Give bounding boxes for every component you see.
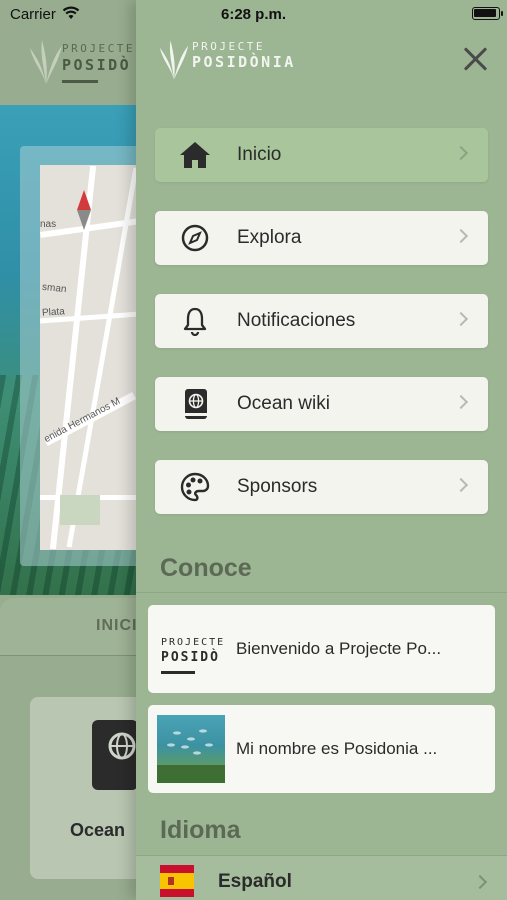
map-label: sman (41, 281, 67, 296)
post-title: Bienvenido a Projecte Po... (236, 639, 442, 658)
book-globe-icon (185, 389, 207, 419)
background-tab-label: INICI (96, 617, 138, 634)
post-thumbnail-photo (157, 715, 225, 783)
chevron-right-icon (453, 145, 469, 161)
spain-flag-icon (160, 865, 194, 897)
home-icon (180, 142, 210, 168)
bell-icon (183, 307, 207, 336)
thumb-logo-line2: POSIDÒ (161, 650, 220, 665)
chevron-right-icon (453, 394, 469, 410)
post-thumbnail-logo: PROJECTE POSIDÒ (157, 615, 225, 683)
sponsor-icon (180, 472, 210, 502)
menu-item-label: Sponsors (237, 476, 318, 497)
section-title-conoce: Conoce (160, 554, 252, 582)
close-drawer-button[interactable] (462, 46, 488, 72)
background-logo-line1: PROJECTE (62, 42, 135, 55)
book-globe-icon (92, 720, 138, 790)
compass-icon (181, 224, 209, 252)
map-label: Plata (41, 306, 66, 319)
section-title-idioma: Idioma (160, 816, 241, 844)
post-card-mi-nombre[interactable]: Mi nombre es Posidonia ... (148, 705, 495, 793)
post-title: Mi nombre es Posidonia ... (236, 739, 438, 758)
status-time: 6:28 p.m. (220, 6, 287, 23)
background-card-label: Ocean (70, 820, 126, 840)
thumb-logo-line1: PROJECTE (161, 637, 226, 648)
menu-item-label: Ocean wiki (237, 393, 330, 414)
background-logo-line2: POSIDÒ (62, 56, 132, 74)
section-divider (136, 592, 507, 593)
language-label: Español (218, 871, 292, 892)
map-label: nas (40, 219, 57, 230)
map-label: enida Hermanos M (42, 395, 123, 446)
logo-line1: PROJECTE (192, 40, 265, 53)
menu-item-label: Inicio (237, 144, 282, 165)
menu-item-inicio[interactable]: Inicio (155, 128, 488, 182)
post-card-bienvenido[interactable]: PROJECTE POSIDÒ Bienvenido a Projecte Po… (148, 605, 495, 693)
compass-needle-icon (77, 190, 91, 230)
language-selector[interactable]: Español (136, 855, 507, 900)
menu-item-label: Explora (237, 227, 302, 248)
status-bar: Carrier 6:28 p.m. (0, 0, 507, 28)
chevron-right-icon (472, 874, 488, 890)
chevron-right-icon (453, 228, 469, 244)
logo-line2: POSIDÒNIA (192, 53, 296, 71)
chevron-right-icon (453, 477, 469, 493)
menu-item-explora[interactable]: Explora (155, 211, 488, 265)
side-drawer: PROJECTE POSIDÒNIA Inicio Explora Notifi… (136, 0, 507, 900)
menu-item-sponsors[interactable]: Sponsors (155, 460, 488, 514)
seagrass-logo-icon (159, 40, 189, 80)
battery-icon (472, 7, 503, 20)
menu-item-label: Notificaciones (237, 310, 356, 331)
menu-item-notificaciones[interactable]: Notificaciones (155, 294, 488, 348)
menu-item-ocean-wiki[interactable]: Ocean wiki (155, 377, 488, 431)
chevron-right-icon (453, 311, 469, 327)
